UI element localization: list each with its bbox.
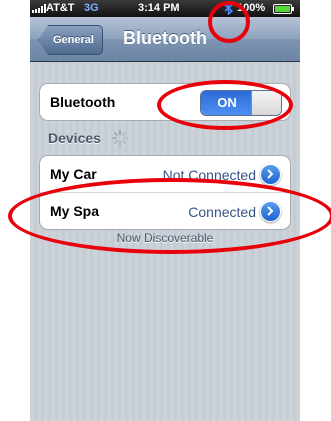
bluetooth-label: Bluetooth	[50, 94, 116, 110]
status-bar: AT&T 3G 3:14 PM 100%	[30, 0, 300, 17]
annotation-circle-bluetooth-icon	[208, 1, 250, 43]
annotation-circle-toggle	[157, 80, 293, 130]
signal-strength-icon	[32, 4, 46, 13]
page-title: Bluetooth	[123, 28, 207, 48]
detail-disclosure-icon[interactable]	[260, 164, 281, 185]
battery-icon	[273, 4, 294, 14]
network-type: 3G	[84, 2, 99, 14]
device-name: My Car	[50, 166, 97, 182]
carrier-name: AT&T	[46, 2, 75, 14]
status-time: 3:14 PM	[138, 2, 180, 14]
loading-spinner-icon	[112, 130, 128, 146]
navigation-bar: General Bluetooth	[30, 17, 300, 62]
devices-section-header: Devices	[48, 130, 101, 146]
annotation-circle-my-spa	[8, 178, 331, 254]
